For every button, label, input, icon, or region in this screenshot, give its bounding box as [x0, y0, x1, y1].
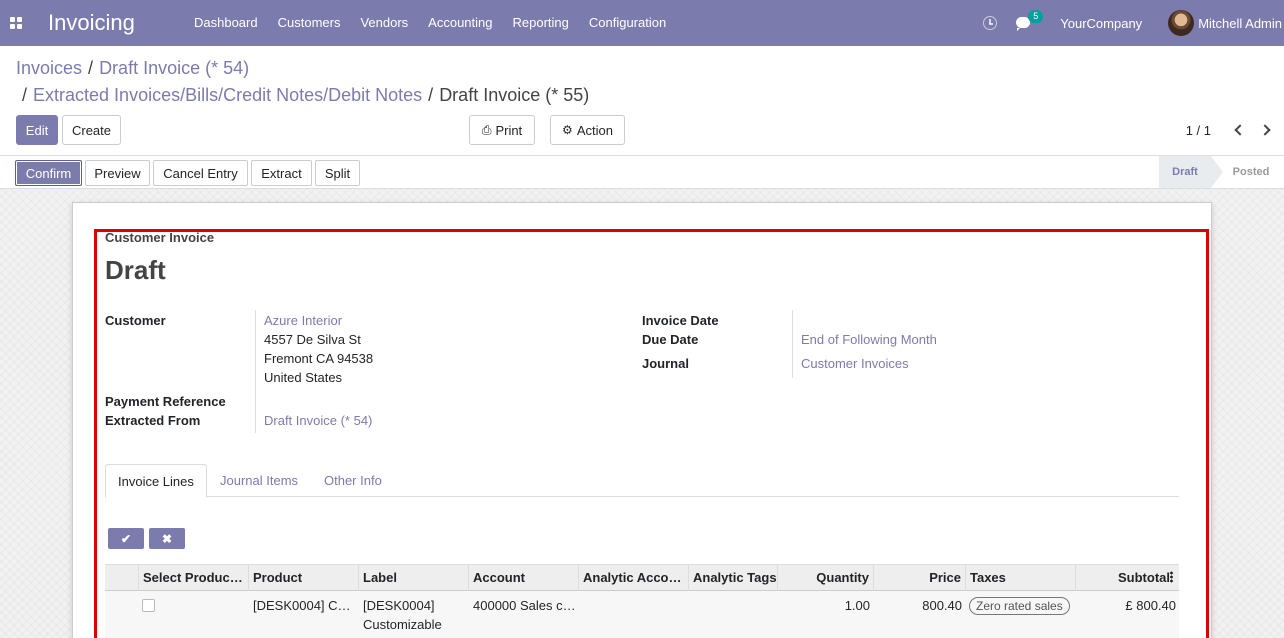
apps-menu-icon[interactable] [0, 0, 32, 46]
menu-item-configuration[interactable]: Configuration [579, 0, 676, 46]
payment-terms-link[interactable]: End of Following Month [801, 332, 937, 347]
gear-icon: ⚙ [562, 123, 573, 137]
breadcrumb-extracted-invoices[interactable]: Extracted Invoices/Bills/Credit Notes/De… [33, 85, 422, 105]
tab-invoice-lines[interactable]: Invoice Lines [105, 464, 207, 498]
breadcrumb-current: Draft Invoice (* 55) [439, 85, 590, 105]
user-menu[interactable]: Mitchell Admin [1198, 16, 1282, 31]
invoice-date-label: Invoice Date [642, 313, 719, 328]
user-avatar[interactable] [1168, 10, 1195, 36]
column-subtotal[interactable]: Subtotal [1076, 565, 1179, 591]
main-menu: Dashboard Customers Vendors Accounting R… [176, 0, 676, 46]
print-button-label: Print [495, 122, 523, 138]
menu-item-customers[interactable]: Customers [268, 0, 351, 46]
tab-journal-items[interactable]: Journal Items [220, 464, 298, 497]
cell-label-line-2[interactable]: Customizable [363, 617, 442, 632]
cell-subtotal: £ 800.40 [1125, 598, 1176, 613]
cell-price[interactable]: 800.40 [870, 598, 962, 613]
messaging-button[interactable]: 5 [1016, 10, 1044, 31]
breadcrumb-separator: / [88, 58, 94, 78]
column-taxes[interactable]: Taxes [966, 565, 1076, 591]
column-analytic-account[interactable]: Analytic Acco… [579, 565, 689, 591]
menu-item-dashboard[interactable]: Dashboard [176, 0, 268, 46]
top-navbar: Invoicing Dashboard Customers Vendors Ac… [0, 0, 1284, 46]
invoice-lines-table-header: Select Produc… Product Label Account Ana… [105, 564, 1179, 591]
discard-line-button[interactable]: ✖ [149, 528, 185, 549]
select-product-checkbox[interactable] [142, 599, 155, 612]
notebook-tabs: Invoice Lines Journal Items Other Info [105, 464, 1179, 498]
customer-address-city: Fremont CA 94538 [264, 351, 374, 366]
chevron-right-icon [1259, 124, 1271, 136]
action-button-label: Action [576, 122, 613, 138]
document-title: Draft [105, 255, 166, 285]
journal-label: Journal [642, 356, 689, 371]
print-button[interactable]: ⎙ Print [469, 115, 535, 145]
customer-link[interactable]: Azure Interior [264, 313, 342, 328]
column-label[interactable]: Label [359, 565, 469, 591]
confirm-button[interactable]: Confirm [15, 160, 82, 186]
app-name[interactable]: Invoicing [48, 10, 176, 36]
chat-count-badge: 5 [1028, 10, 1044, 23]
menu-item-reporting[interactable]: Reporting [503, 0, 579, 46]
extracted-from-label: Extracted From [105, 413, 201, 428]
form-statusbar: Confirm Preview Cancel Entry Extract Spl… [0, 155, 1284, 189]
cell-quantity[interactable]: 1.00 [778, 598, 870, 613]
activity-clock-icon[interactable] [983, 16, 998, 30]
stage-draft: Draft [1159, 156, 1223, 188]
due-date-label: Due Date [642, 332, 699, 347]
tax-tag[interactable]: Zero rated sales [969, 597, 1070, 615]
extract-button[interactable]: Extract [251, 160, 312, 186]
company-switcher[interactable]: YourCompany [1060, 16, 1142, 31]
breadcrumb-separator: / [428, 85, 434, 105]
column-quantity[interactable]: Quantity [778, 565, 874, 591]
breadcrumb-draft-invoice-54[interactable]: Draft Invoice (* 54) [99, 58, 249, 78]
stage-posted[interactable]: Posted [1226, 156, 1276, 188]
column-account[interactable]: Account [469, 565, 579, 591]
save-line-button[interactable]: ✔ [108, 528, 144, 549]
chevron-left-icon [1234, 124, 1246, 136]
column-handle [105, 565, 139, 591]
column-analytic-tags[interactable]: Analytic Tags [689, 565, 778, 591]
check-icon: ✔ [120, 531, 132, 546]
payment-reference-label: Payment Reference [105, 394, 226, 409]
print-icon: ⎙ [481, 122, 492, 137]
create-button[interactable]: Create [62, 115, 121, 145]
column-price[interactable]: Price [874, 565, 966, 591]
document-type: Customer Invoice [105, 230, 215, 245]
extracted-from-link[interactable]: Draft Invoice (* 54) [264, 413, 372, 428]
customer-address-street: 4557 De Silva St [264, 332, 361, 347]
tab-other-info[interactable]: Other Info [324, 464, 382, 497]
pager-value[interactable]: 1 / 1 [1186, 123, 1211, 138]
breadcrumb-line-2: / Extracted Invoices/Bills/Credit Notes/D… [22, 85, 589, 106]
edit-button[interactable]: Edit [16, 115, 58, 145]
column-select-product[interactable]: Select Produc… [139, 565, 249, 591]
pager-previous-button[interactable] [1232, 120, 1248, 140]
customer-label: Customer [105, 313, 166, 328]
action-button[interactable]: ⚙ Action [550, 115, 625, 145]
preview-button[interactable]: Preview [85, 160, 150, 186]
breadcrumb-separator: / [22, 85, 28, 105]
pager-next-button[interactable] [1259, 120, 1275, 140]
split-button[interactable]: Split [315, 160, 360, 186]
cell-account[interactable]: 400000 Sales c… [473, 598, 576, 613]
journal-link[interactable]: Customer Invoices [801, 356, 909, 371]
cancel-entry-button[interactable]: Cancel Entry [153, 160, 248, 186]
cell-label-line-1[interactable]: [DESK0004] [363, 598, 435, 613]
field-divider [792, 310, 793, 378]
close-icon: ✖ [161, 531, 173, 546]
navbar-systray: 5 YourCompany Mitchell Admin [983, 0, 1284, 46]
breadcrumb-invoices[interactable]: Invoices [16, 58, 82, 78]
field-divider [255, 310, 256, 433]
breadcrumb: Invoices / Draft Invoice (* 54) [16, 58, 249, 79]
customer-address-country: United States [264, 370, 343, 385]
optional-columns-icon[interactable] [1170, 571, 1173, 583]
menu-item-vendors[interactable]: Vendors [350, 0, 418, 46]
column-product[interactable]: Product [249, 565, 359, 591]
menu-item-accounting[interactable]: Accounting [418, 0, 502, 46]
cell-product[interactable]: [DESK0004] C… [253, 598, 351, 613]
